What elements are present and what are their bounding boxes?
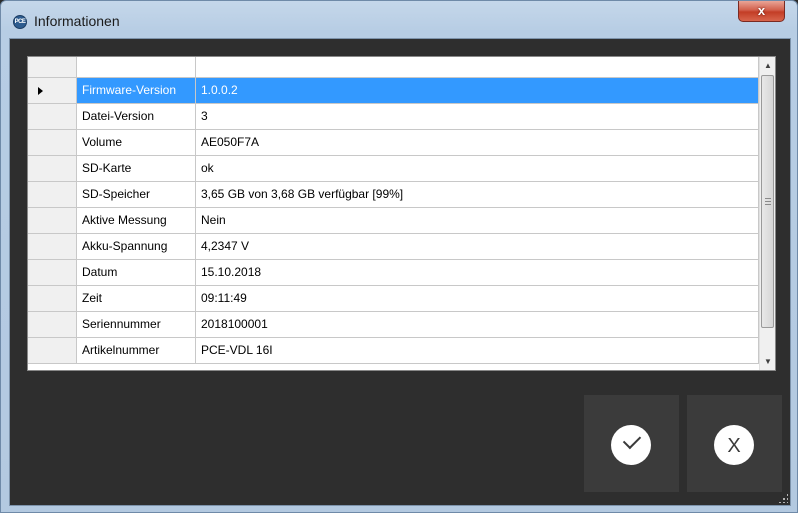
row-header[interactable]: [28, 312, 77, 338]
table-row[interactable]: Zeit 09:11:49: [28, 286, 759, 312]
property-name-cell[interactable]: Zeit: [77, 286, 196, 312]
row-header[interactable]: [28, 104, 77, 130]
row-header[interactable]: [28, 234, 77, 260]
property-value-cell[interactable]: 3: [196, 104, 759, 130]
property-name-cell[interactable]: SD-Speicher: [77, 182, 196, 208]
check-icon: [622, 430, 642, 450]
table-row[interactable]: Volume AE050F7A: [28, 130, 759, 156]
row-header[interactable]: [28, 286, 77, 312]
property-name-cell[interactable]: Aktive Messung: [77, 208, 196, 234]
property-name-cell[interactable]: Datum: [77, 260, 196, 286]
property-name-cell[interactable]: SD-Karte: [77, 156, 196, 182]
property-value-cell[interactable]: PCE-VDL 16I: [196, 338, 759, 364]
property-value-cell[interactable]: Nein: [196, 208, 759, 234]
dialog-content: Firmware-Version 1.0.0.2 Datei-Version 3 Vol…: [9, 38, 791, 506]
vertical-scrollbar[interactable]: ▲ ▼: [759, 57, 775, 370]
info-grid-rows: Firmware-Version 1.0.0.2 Datei-Version 3 Vol…: [28, 57, 759, 370]
table-row[interactable]: Firmware-Version 1.0.0.2: [28, 78, 759, 104]
property-name-cell[interactable]: Datei-Version: [77, 104, 196, 130]
scrollbar-grip-icon: [765, 198, 771, 205]
property-value-cell[interactable]: 2018100001: [196, 312, 759, 338]
row-header[interactable]: [28, 182, 77, 208]
scrollbar-thumb[interactable]: [761, 75, 774, 328]
close-circle-icon: X: [714, 425, 754, 465]
table-row[interactable]: Datum 15.10.2018: [28, 260, 759, 286]
table-row[interactable]: SD-Speicher 3,65 GB von 3,68 GB verfügbar…: [28, 182, 759, 208]
table-row[interactable]: SD-Karte ok: [28, 156, 759, 182]
property-value-cell[interactable]: 3,65 GB von 3,68 GB verfügbar [99%]: [196, 182, 759, 208]
row-header[interactable]: [28, 208, 77, 234]
close-button[interactable]: x: [738, 1, 785, 22]
scroll-up-arrow-icon[interactable]: ▲: [760, 57, 775, 74]
property-value-cell[interactable]: ok: [196, 156, 759, 182]
row-header[interactable]: [28, 260, 77, 286]
column-header-name[interactable]: [77, 57, 196, 78]
property-value-cell[interactable]: 09:11:49: [196, 286, 759, 312]
table-row[interactable]: Artikelnummer PCE-VDL 16I: [28, 338, 759, 364]
grid-corner-header[interactable]: [28, 57, 77, 78]
cancel-button[interactable]: X: [687, 395, 782, 492]
scroll-down-arrow-icon[interactable]: ▼: [760, 353, 775, 370]
row-header[interactable]: [28, 78, 77, 104]
property-value-cell[interactable]: 1.0.0.2: [196, 78, 759, 104]
property-value-cell[interactable]: AE050F7A: [196, 130, 759, 156]
row-header[interactable]: [28, 156, 77, 182]
window-title: Informationen: [34, 13, 120, 29]
table-row[interactable]: Akku-Spannung 4,2347 V: [28, 234, 759, 260]
property-name-cell[interactable]: Seriennummer: [77, 312, 196, 338]
information-dialog: PCE Informationen x Firmware-Version 1.0.…: [0, 0, 798, 513]
property-name-cell[interactable]: Akku-Spannung: [77, 234, 196, 260]
property-name-cell[interactable]: Artikelnummer: [77, 338, 196, 364]
property-name-cell[interactable]: Firmware-Version: [77, 78, 196, 104]
app-logo-icon: PCE: [13, 15, 27, 29]
table-row[interactable]: Seriennummer 2018100001: [28, 312, 759, 338]
property-value-cell[interactable]: 15.10.2018: [196, 260, 759, 286]
property-name-cell[interactable]: Volume: [77, 130, 196, 156]
cancel-label: X: [727, 435, 741, 457]
check-circle-icon: [611, 425, 651, 465]
property-value-cell[interactable]: 4,2347 V: [196, 234, 759, 260]
row-header[interactable]: [28, 130, 77, 156]
resize-grip-icon[interactable]: [778, 493, 788, 503]
confirm-button[interactable]: [584, 395, 679, 492]
row-header[interactable]: [28, 338, 77, 364]
table-row[interactable]: Datei-Version 3: [28, 104, 759, 130]
column-header-value[interactable]: [196, 57, 759, 78]
table-row[interactable]: Aktive Messung Nein: [28, 208, 759, 234]
info-grid: Firmware-Version 1.0.0.2 Datei-Version 3 Vol…: [27, 56, 776, 371]
current-row-arrow-icon: [38, 87, 43, 95]
title-bar[interactable]: PCE Informationen x: [1, 1, 797, 37]
